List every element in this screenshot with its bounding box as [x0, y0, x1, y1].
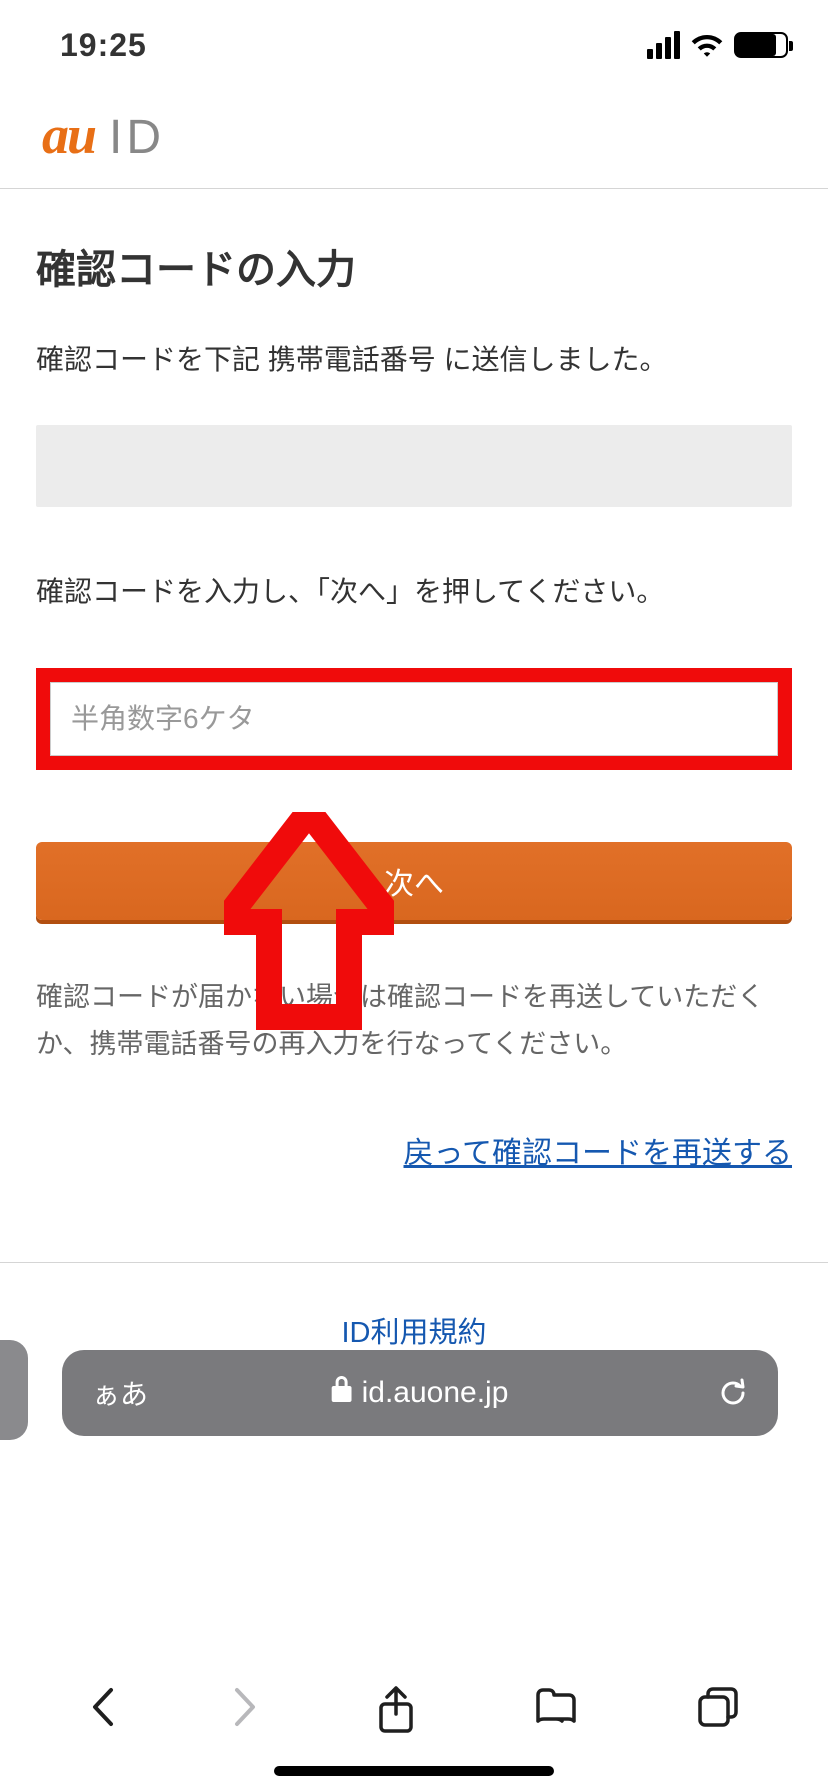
phone-number-box — [36, 425, 792, 507]
site-header: au ID — [0, 90, 828, 189]
cellular-icon — [647, 31, 680, 59]
battery-icon — [734, 32, 788, 58]
share-button[interactable] — [377, 1686, 415, 1734]
resend-link[interactable]: 戻って確認コードを再送する — [404, 1137, 793, 1170]
home-indicator — [274, 1766, 554, 1776]
status-right — [647, 31, 788, 59]
confirmation-code-input[interactable] — [50, 682, 778, 756]
main-container: 確認コードの入力 確認コードを下記 携帯電話番号 に送信しました。 確認コードを… — [0, 189, 828, 1419]
status-bar: 19:25 — [0, 0, 828, 90]
back-button[interactable] — [89, 1686, 115, 1728]
footer-divider — [0, 1262, 828, 1263]
lock-icon — [332, 1376, 352, 1410]
au-id-logo: au ID — [42, 104, 786, 166]
status-time: 19:25 — [60, 27, 147, 64]
url-display: id.auone.jp — [332, 1376, 509, 1410]
resend-note: 確認コードが届かない場合は確認コードを再送していただくか、携帯電話番号の再入力を… — [36, 974, 792, 1069]
wifi-icon — [690, 32, 724, 58]
safari-url-bar[interactable]: ぁあ id.auone.jp — [62, 1350, 778, 1436]
code-input-highlight — [36, 668, 792, 770]
resend-link-wrap: 戻って確認コードを再送する — [36, 1128, 792, 1172]
url-domain: id.auone.jp — [362, 1376, 509, 1410]
reader-aa-button[interactable]: ぁあ — [92, 1373, 148, 1413]
safari-tab-peek[interactable] — [0, 1340, 28, 1440]
logo-au: au — [42, 104, 95, 166]
instruction-text: 確認コードを入力し、「次へ」を押してください。 — [36, 567, 792, 617]
page-title: 確認コードの入力 — [36, 189, 792, 335]
next-button[interactable]: 次へ — [36, 842, 792, 920]
tabs-button[interactable] — [697, 1686, 739, 1728]
safari-url-area: ぁあ id.auone.jp — [0, 1340, 828, 1436]
bookmarks-button[interactable] — [533, 1686, 579, 1726]
forward-button[interactable] — [233, 1686, 259, 1728]
sent-message: 確認コードを下記 携帯電話番号 に送信しました。 — [36, 335, 792, 385]
reload-button[interactable] — [718, 1376, 748, 1410]
logo-id: ID — [109, 110, 165, 165]
